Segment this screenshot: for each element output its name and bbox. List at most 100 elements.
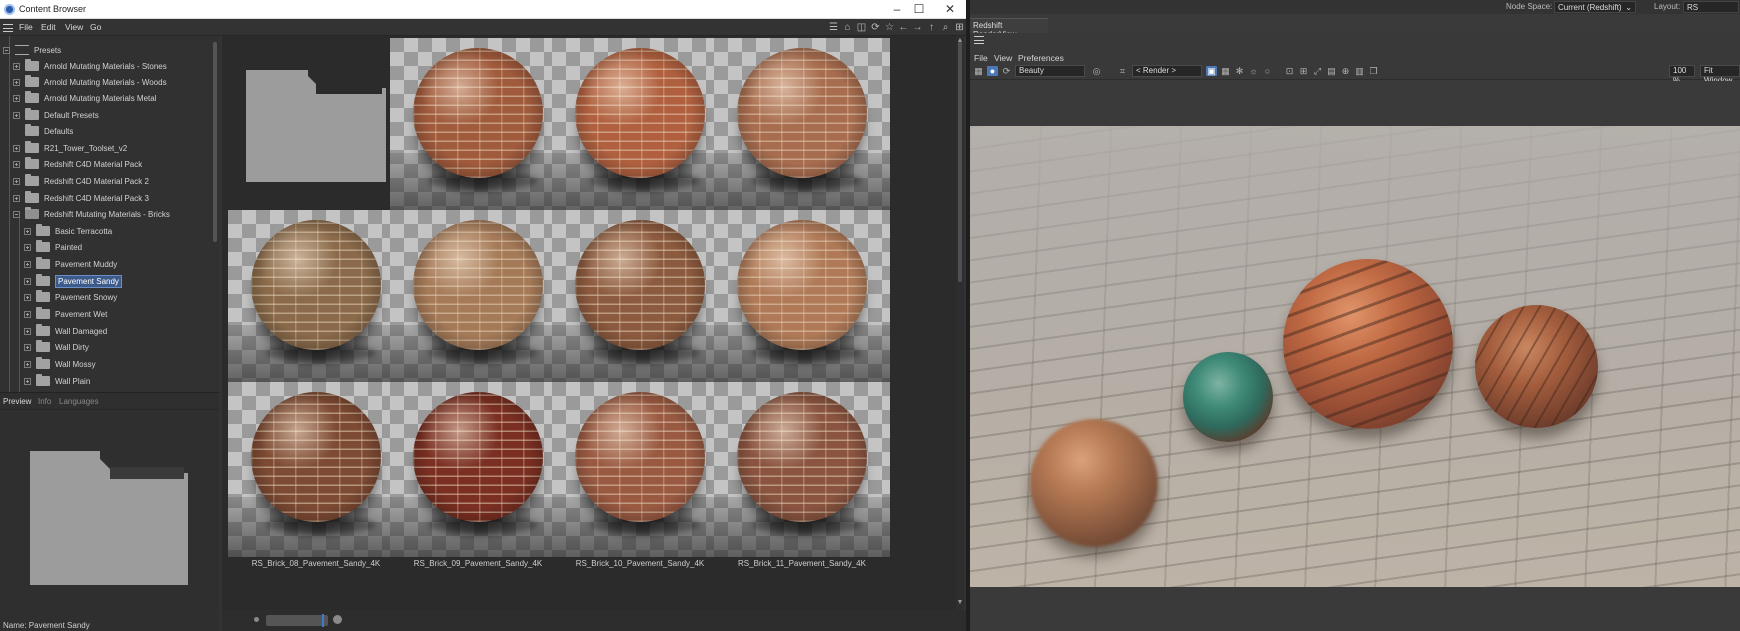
collapse-icon[interactable] [13,210,20,218]
crop-icon[interactable]: ⌗ [1117,66,1128,76]
folder-item[interactable]: tex [228,36,404,226]
back-icon[interactable]: ← [898,22,909,33]
tree-item[interactable]: R21_Tower_Toolset_v2 [13,140,127,156]
expand-icon[interactable] [24,293,31,301]
expand-icon[interactable] [24,260,31,268]
material-item[interactable]: RS_Brick_07_Pavement_Sandy_4K [714,208,890,398]
lock-icon[interactable]: ▣ [1206,66,1217,76]
tree-item[interactable]: Default Presets [13,107,99,123]
menu-file[interactable]: File [19,22,33,32]
expand-icon[interactable] [13,177,20,185]
tree-item[interactable]: Pavement Muddy [24,256,117,272]
render-view-tab[interactable]: Redshift RenderView [970,18,1048,39]
close-icon[interactable]: ✕ [942,2,958,17]
save-icon[interactable]: ▤ [1326,66,1337,76]
expand-icon[interactable] [13,94,20,102]
material-item[interactable]: RS_Brick_02_Pavement_Sandy_4K [552,36,728,226]
material-item[interactable]: RS_Brick_04_Pavement_Sandy_4K [228,208,404,398]
collapse-icon[interactable] [3,46,10,54]
tree-item[interactable]: Redshift C4D Material Pack 2 [13,173,149,189]
expand-icon[interactable] [24,227,31,235]
expand-icon[interactable]: ⤢ [1312,66,1323,76]
tree-item[interactable]: Redshift C4D Material Pack [13,156,142,172]
ipr-icon[interactable]: ● [987,66,998,76]
tab-preview[interactable]: Preview [3,397,31,406]
grid-scrollbar[interactable]: ▲ ▼ [956,36,964,610]
expand-icon[interactable] [24,377,31,385]
up-icon[interactable]: ↑ [926,22,937,33]
render-image[interactable] [970,126,1740,587]
expand-icon[interactable] [13,62,20,70]
material-item[interactable]: RS_Brick_08_Pavement_Sandy_4K [228,380,404,570]
tree-item-bricks[interactable]: Redshift Mutating Materials - Bricks [13,206,170,222]
minimize-icon[interactable]: – [889,2,905,17]
tree-item[interactable]: Wall Plain [24,373,90,389]
focus-icon[interactable]: ⊡ [1284,66,1295,76]
tree-item[interactable]: Wall Mossy [24,356,96,372]
layout-select[interactable]: RS [1683,1,1739,13]
tree-item[interactable]: Pavement Snowy [24,289,117,305]
material-item[interactable]: RS_Brick_10_Pavement_Sandy_4K [552,380,728,570]
menu-preferences[interactable]: Preferences [1018,53,1064,63]
scrollbar-thumb[interactable] [213,42,217,242]
expand-icon[interactable] [13,111,20,119]
scrollbar-thumb[interactable] [958,42,962,282]
expand-icon[interactable] [24,243,31,251]
hamburger-menu-icon[interactable] [3,24,13,32]
menu-file[interactable]: File [974,53,988,63]
circle-icon[interactable]: ○ [1262,66,1273,76]
tree-item[interactable]: Redshift C4D Material Pack 3 [13,190,149,206]
expand-icon[interactable] [13,194,20,202]
material-item[interactable]: RS_Brick_01_Pavement_Sandy_4K [390,36,566,226]
refresh-icon[interactable]: ⟳ [870,22,881,33]
hamburger-menu-icon[interactable] [974,36,984,44]
add-icon[interactable]: ⊞ [954,22,965,33]
forward-icon[interactable]: → [912,22,923,33]
zoom-out-icon[interactable] [254,617,259,622]
search-icon[interactable]: ⌕ [940,22,951,33]
zoom-slider[interactable] [266,615,328,626]
node-space-select[interactable]: Current (Redshift) ⌄ [1554,1,1636,13]
copy-icon[interactable]: ❐ [1368,66,1379,76]
catalog-icon[interactable]: ◫ [856,22,867,33]
material-item[interactable]: RS_Brick_11_Pavement_Sandy_4K [714,380,890,570]
tree-item-selected[interactable]: Pavement Sandy [24,273,122,289]
refresh-icon[interactable]: ⟳ [1001,66,1012,76]
expand-icon[interactable] [24,277,31,285]
maximize-icon[interactable]: ☐ [911,2,927,17]
expand-icon[interactable] [13,78,20,86]
add-snapshot-icon[interactable]: ⊕ [1340,66,1351,76]
expand-icon[interactable] [13,144,20,152]
menu-edit[interactable]: Edit [41,22,56,32]
expand-icon[interactable] [24,360,31,368]
expand-icon[interactable] [24,343,31,351]
material-item[interactable]: RS_Brick_09_Pavement_Sandy_4K [390,380,566,570]
tree-item[interactable]: Arnold Mutating Materials - Stones [13,58,167,74]
tree-item[interactable]: Basic Terracotta [24,223,112,239]
list-view-icon[interactable]: ☰ [828,22,839,33]
zoom-in-icon[interactable] [333,615,342,624]
tree-item-presets[interactable]: Presets [3,42,61,58]
export-icon[interactable]: ▥ [1354,66,1365,76]
tree-scrollbar[interactable] [213,36,217,392]
snowflake-icon[interactable]: ✻ [1234,66,1245,76]
menu-go[interactable]: Go [90,22,101,32]
tab-languages[interactable]: Languages [59,397,99,406]
tab-info[interactable]: Info [38,397,51,406]
grid-icon[interactable]: ▦ [1220,66,1231,76]
tree-item[interactable]: Painted [24,239,82,255]
sun-icon[interactable]: ☼ [1248,66,1259,76]
tree-item[interactable]: Pavement Wet [24,306,107,322]
tree-item[interactable]: Wall Dirty [24,339,89,355]
favorite-icon[interactable]: ☆ [884,22,895,33]
region-icon[interactable]: ⊞ [1298,66,1309,76]
scroll-down-icon[interactable]: ▼ [956,599,964,606]
aov-select[interactable]: Beauty [1015,65,1085,77]
material-item[interactable]: RS_Brick_03_Pavement_Sandy_4K [714,36,890,226]
expand-icon[interactable] [24,327,31,335]
menu-view[interactable]: View [994,53,1012,63]
material-item[interactable]: RS_Brick_06_Pavement_Sandy_4K [552,208,728,398]
zoom-slider-handle[interactable] [322,614,324,627]
tree-item[interactable]: Defaults [25,123,73,139]
tree-item[interactable]: Wall Damaged [24,323,107,339]
